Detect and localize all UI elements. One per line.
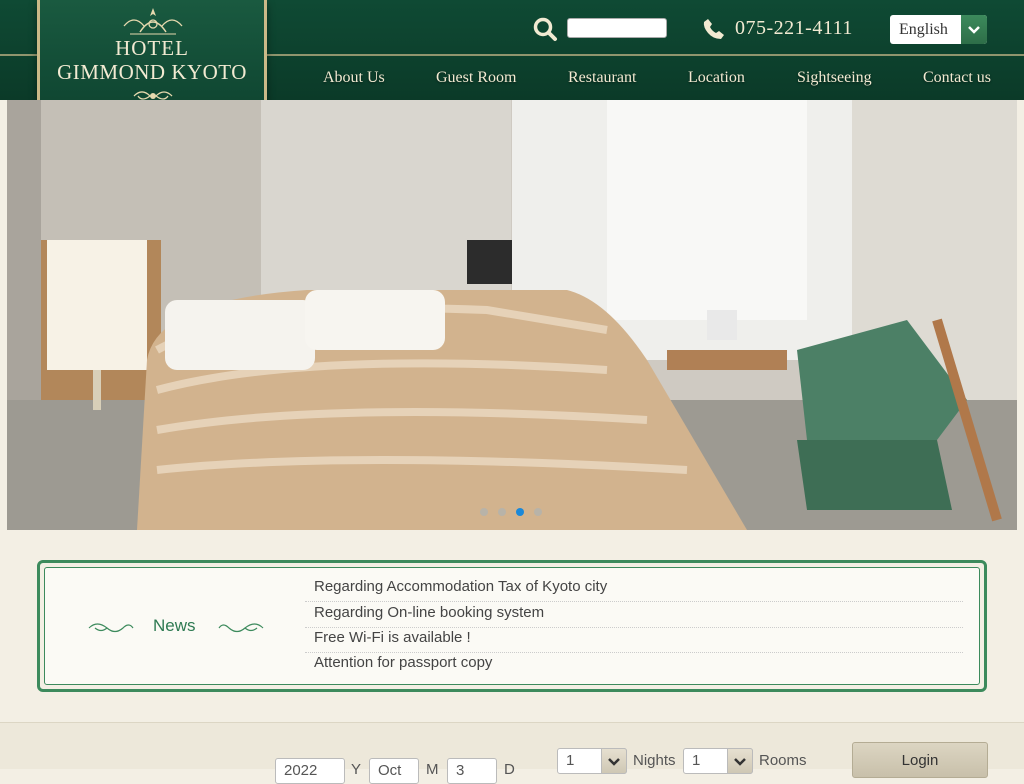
hero-slide-image (7, 100, 1017, 530)
carousel-dot-4[interactable] (534, 508, 542, 516)
phone-number[interactable]: 075-221-4111 (735, 17, 853, 40)
year-select[interactable]: 2022 (275, 758, 345, 784)
month-select[interactable]: Oct (369, 758, 419, 784)
news-panel: News Regarding Accommodation Tax of Kyot… (37, 560, 987, 692)
nav-guest-room[interactable]: Guest Room (436, 69, 516, 87)
news-item[interactable]: Regarding Accommodation Tax of Kyoto cit… (305, 577, 963, 602)
logo-line-1: HOTEL (115, 36, 189, 60)
nav-about-us[interactable]: About Us (323, 69, 385, 87)
news-title: News (153, 616, 196, 635)
year-label: Y (351, 761, 362, 778)
news-item[interactable]: Attention for passport copy (305, 653, 963, 678)
nav-location[interactable]: Location (688, 69, 745, 87)
search-input[interactable] (567, 18, 667, 38)
login-button[interactable]: Login (852, 742, 988, 778)
news-item[interactable]: Regarding On-line booking system (305, 603, 963, 628)
language-select[interactable]: English (890, 15, 987, 44)
carousel-dot-2[interactable] (498, 508, 506, 516)
carousel-dot-3[interactable] (516, 508, 524, 516)
chevron-down-icon[interactable] (601, 748, 627, 774)
chevron-down-icon[interactable] (961, 15, 987, 44)
day-select[interactable]: 3 (447, 758, 497, 784)
phone-icon (703, 19, 724, 39)
day-label: D (504, 761, 515, 778)
left-flourish-icon (88, 623, 134, 633)
crown-ornament-icon (123, 8, 183, 35)
rooms-label: Rooms (759, 752, 807, 769)
nav-sightseeing[interactable]: Sightseeing (797, 69, 872, 87)
nav-restaurant[interactable]: Restaurant (568, 69, 636, 87)
language-value: English (899, 21, 948, 38)
logo-line-2: GIMMOND KYOTO (57, 60, 247, 84)
right-flourish-icon (218, 623, 264, 633)
search-icon[interactable] (532, 16, 558, 42)
carousel-dot-1[interactable] (480, 508, 488, 516)
news-item[interactable]: Free Wi-Fi is available ! (305, 628, 963, 653)
month-label: M (426, 761, 439, 778)
nights-label: Nights (633, 752, 676, 769)
chevron-down-icon[interactable] (727, 748, 753, 774)
nav-contact-us[interactable]: Contact us (923, 69, 991, 87)
